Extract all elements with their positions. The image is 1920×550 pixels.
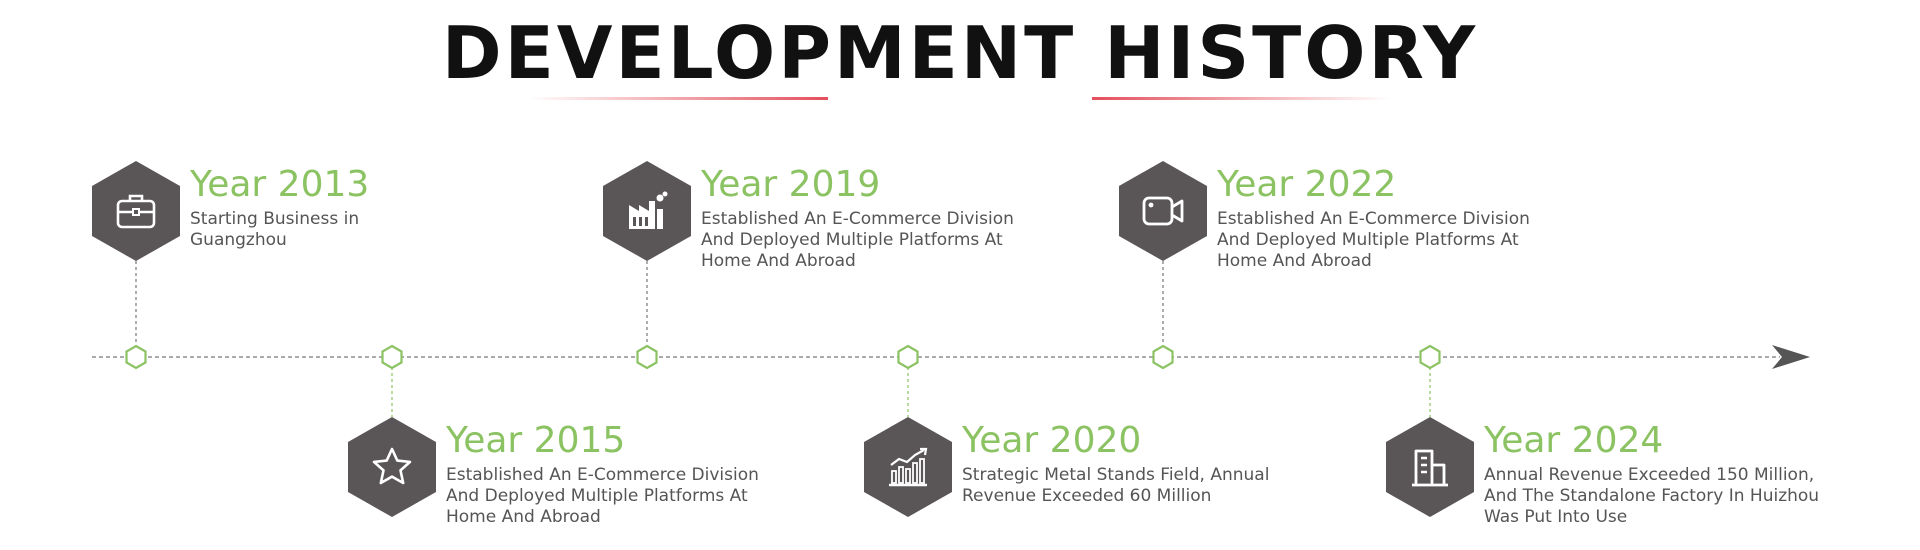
timeline-marker bbox=[125, 344, 147, 370]
event-description-line: Guangzhou bbox=[190, 230, 287, 250]
building-icon bbox=[1412, 449, 1448, 487]
event-description-line: Starting Business in bbox=[190, 209, 360, 229]
event-description-line: And Deployed Multiple Platforms At bbox=[701, 230, 1003, 250]
briefcase-icon bbox=[116, 194, 156, 229]
event-year: Year 2019 bbox=[701, 164, 881, 205]
event-year: Year 2020 bbox=[962, 420, 1142, 461]
video-camera-icon bbox=[1142, 196, 1184, 226]
timeline-marker bbox=[1152, 344, 1174, 370]
event-description-line: And Deployed Multiple Platforms At bbox=[446, 486, 748, 506]
event-year: Year 2013 bbox=[190, 164, 370, 205]
event-description: Annual Revenue Exceeded 150 Million, And… bbox=[1484, 465, 1819, 528]
event-description-line: Strategic Metal Stands Field, Annual bbox=[962, 465, 1270, 485]
event-description-line: Home And Abroad bbox=[701, 251, 856, 271]
growth-chart-icon bbox=[889, 447, 928, 487]
event-year: Year 2022 bbox=[1217, 164, 1397, 205]
event-description: Starting Business in Guangzhou bbox=[190, 209, 359, 251]
event-description-line: Home And Abroad bbox=[1217, 251, 1372, 271]
timeline-marker bbox=[897, 344, 919, 370]
event-description-line: Was Put Into Use bbox=[1484, 507, 1628, 527]
timeline-marker bbox=[1419, 344, 1441, 370]
factory-icon bbox=[629, 191, 668, 229]
event-description-line: Annual Revenue Exceeded 150 Million, bbox=[1484, 465, 1815, 485]
event-description: Established An E-Commerce Division And D… bbox=[1217, 209, 1530, 272]
star-icon bbox=[372, 447, 412, 485]
timeline-arrowhead bbox=[1772, 345, 1810, 369]
timeline-marker bbox=[636, 344, 658, 370]
event-description-line: Established An E-Commerce Division bbox=[1217, 209, 1530, 229]
event-year: Year 2015 bbox=[446, 420, 626, 461]
event-description-line: Established An E-Commerce Division bbox=[701, 209, 1014, 229]
event-description-line: Revenue Exceeded 60 Million bbox=[962, 486, 1212, 506]
event-description: Established An E-Commerce Division And D… bbox=[446, 465, 759, 528]
event-description: Strategic Metal Stands Field, Annual Rev… bbox=[962, 465, 1269, 507]
event-year: Year 2024 bbox=[1484, 420, 1664, 461]
event-description-line: And The Standalone Factory In Huizhou bbox=[1484, 486, 1820, 506]
event-description-line: Established An E-Commerce Division bbox=[446, 465, 759, 485]
timeline-marker bbox=[381, 344, 403, 370]
event-description-line: And Deployed Multiple Platforms At bbox=[1217, 230, 1519, 250]
event-description: Established An E-Commerce Division And D… bbox=[701, 209, 1014, 272]
event-description-line: Home And Abroad bbox=[446, 507, 601, 527]
